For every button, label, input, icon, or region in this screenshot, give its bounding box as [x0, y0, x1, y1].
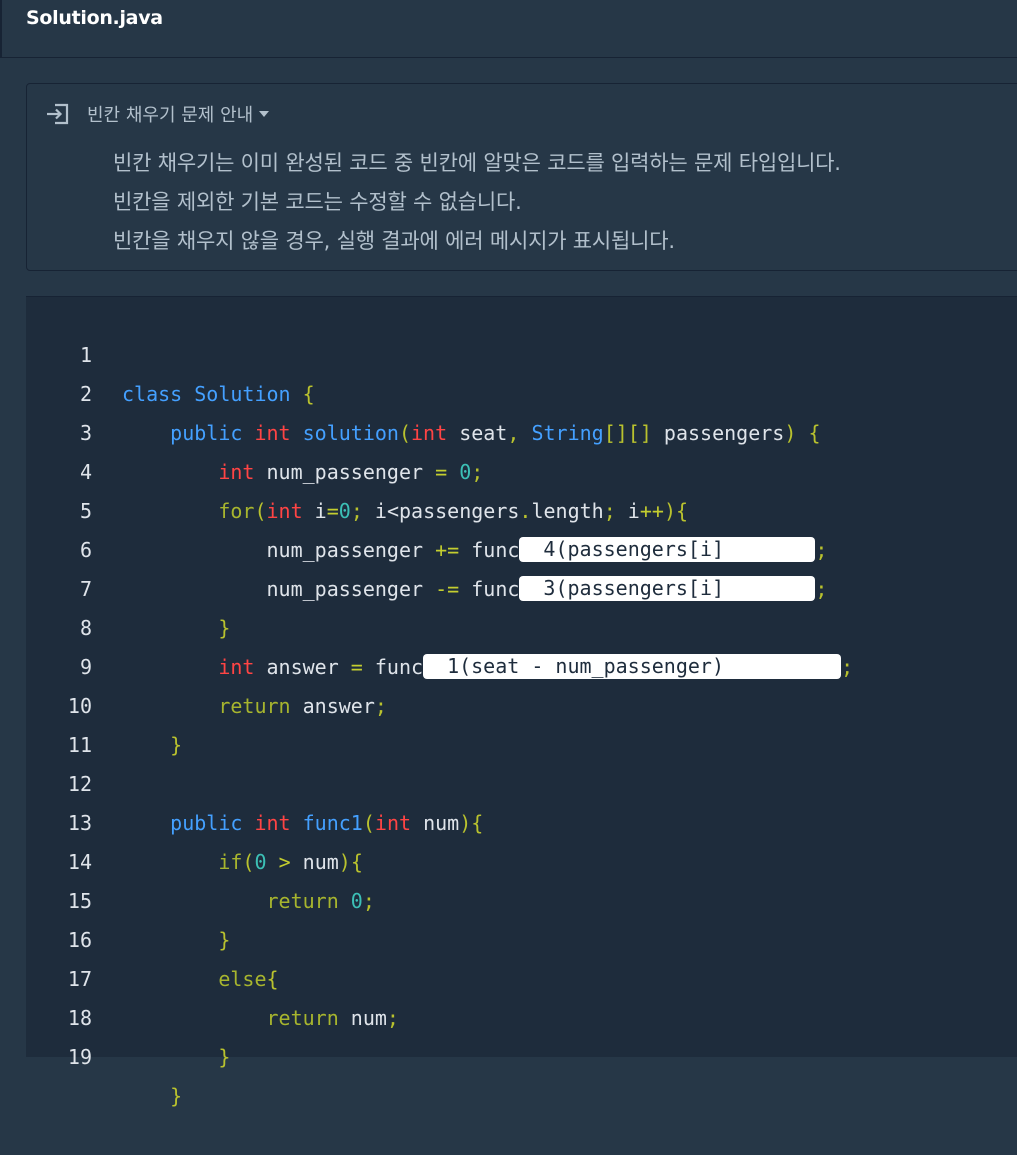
code-line-8: 8 int answer = func 1(seat - num_passenge… [26, 570, 1017, 679]
code-line-11: 11 [26, 687, 1017, 757]
guide-line: 빈칸 채우기는 이미 완성된 코드 중 빈칸에 알맞은 코드를 입력하는 문제 … [113, 151, 841, 175]
line-number: 19 [67, 1045, 92, 1069]
token-brace: } [170, 1084, 183, 1108]
guide-line: 빈칸을 채우지 않을 경우, 실행 결과에 에러 메시지가 표시됩니다. [113, 229, 675, 253]
guide-line: 빈칸을 제외한 기본 코드는 수정할 수 없습니다. [113, 190, 522, 214]
code-line-4: 4 for(int i=0; i<passengers.length; i++)… [26, 414, 1017, 523]
code-line-12: 12 public int func1(int num){ [26, 726, 1017, 835]
code-line-3: 3 int num_passenger = 0; [26, 375, 1017, 484]
guide-description: 빈칸 채우기는 이미 완성된 코드 중 빈칸에 알맞은 코드를 입력하는 문제 … [113, 144, 841, 261]
file-tab-title[interactable]: Solution.java [26, 7, 163, 29]
code-line-7: 7 } [26, 531, 1017, 640]
code-line-19: 19 } [26, 999, 1017, 1108]
code-line-13: 13 if(0 > num){ [26, 765, 1017, 874]
code-line-16: 16 else{ [26, 882, 1017, 991]
code-line-1: 1 class Solution { [26, 297, 1017, 406]
code-line-5: 5 num_passenger += func 4(passengers[i]; [26, 453, 1017, 562]
fill-in-blank-guide-panel: 빈칸 채우기 문제 안내 빈칸 채우기는 이미 완성된 코드 중 빈칸에 알맞은… [26, 83, 1017, 271]
code-line-10: 10 } [26, 648, 1017, 757]
code-line-17: 17 return num; [26, 921, 1017, 1030]
login-arrow-icon [47, 103, 69, 125]
code-line-2: 2 public int solution(int seat, String[]… [26, 336, 1017, 445]
code-line-14: 14 return 0; [26, 804, 1017, 913]
guide-toggle[interactable]: 빈칸 채우기 문제 안내 [45, 100, 270, 128]
caret-down-icon [259, 111, 270, 117]
code-line-18: 18 } [26, 960, 1017, 1069]
code-line-15: 15 } [26, 843, 1017, 952]
file-header: Solution.java [0, 0, 1017, 58]
code-editor[interactable]: 1 class Solution { 2 public int solution… [26, 296, 1017, 1108]
code-line-6: 6 num_passenger -= func 3(passengers[i]; [26, 492, 1017, 601]
token-brace: } [218, 1045, 231, 1069]
code-line-9: 9 return answer; [26, 609, 1017, 718]
guide-title: 빈칸 채우기 문제 안내 [87, 105, 254, 126]
